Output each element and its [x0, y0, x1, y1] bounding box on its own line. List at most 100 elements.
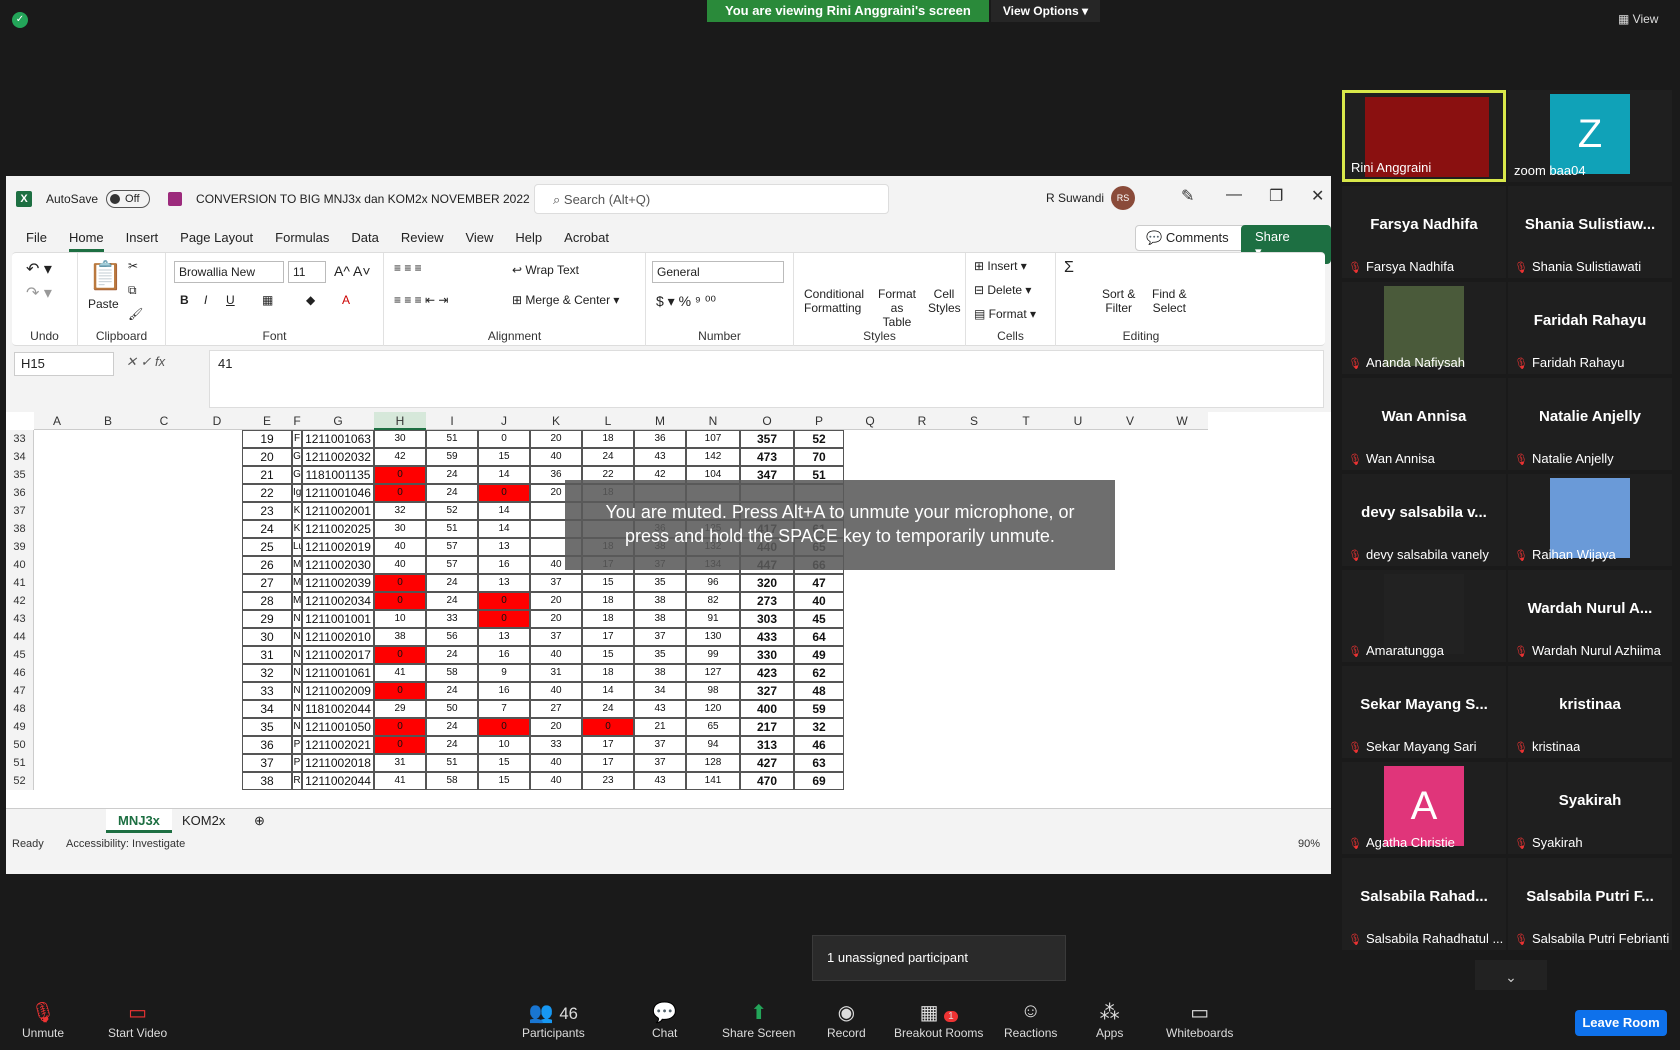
tab-home[interactable]: Home [68, 230, 104, 252]
table-cell[interactable]: 38 [634, 592, 686, 610]
table-cell[interactable]: 24 [426, 484, 478, 502]
table-cell[interactable]: 130 [686, 628, 740, 646]
table-cell[interactable]: 17 [582, 754, 634, 772]
font-size-select[interactable]: 11 [288, 261, 326, 283]
apps-button[interactable]: ⁂ Apps [1096, 1000, 1123, 1040]
table-cell[interactable]: 24 [426, 574, 478, 592]
column-header-g[interactable]: G [302, 412, 374, 430]
table-cell[interactable]: 37 [530, 574, 582, 592]
table-cell[interactable]: 40 [374, 538, 426, 556]
table-cell[interactable]: 1211002001 [302, 502, 374, 520]
table-cell[interactable]: 20 [242, 448, 292, 466]
table-cell[interactable]: 1211002009 [302, 682, 374, 700]
undo-icon[interactable]: ↶ ▾ [26, 259, 52, 279]
table-cell[interactable]: 41 [374, 664, 426, 682]
table-cell[interactable]: 17 [582, 628, 634, 646]
add-sheet-icon[interactable]: ⊕ [242, 809, 277, 833]
table-cell[interactable]: 1181001135 [302, 466, 374, 484]
column-header-t[interactable]: T [1000, 412, 1052, 430]
table-cell[interactable]: 65 [686, 718, 740, 736]
participant-tile[interactable]: 🎙 Ananda Nafiysah [1342, 282, 1506, 374]
font-grow-icon[interactable]: A^ A˅ [334, 263, 371, 279]
table-cell[interactable]: 30 [374, 430, 426, 448]
table-cell[interactable]: 327 [740, 682, 794, 700]
table-cell[interactable]: 56 [426, 628, 478, 646]
table-cell[interactable]: 127 [686, 664, 740, 682]
record-button[interactable]: ◉ Record [827, 1000, 866, 1040]
table-cell[interactable]: 58 [426, 772, 478, 790]
table-cell[interactable]: 38 [374, 628, 426, 646]
table-cell[interactable]: N [292, 628, 302, 646]
table-cell[interactable]: 1211001061 [302, 664, 374, 682]
tab-acrobat[interactable]: Acrobat [564, 230, 609, 245]
table-cell[interactable]: 15 [478, 772, 530, 790]
table-cell[interactable]: 1211002032 [302, 448, 374, 466]
column-header-h[interactable]: H [374, 412, 426, 430]
table-cell[interactable]: 1211002018 [302, 754, 374, 772]
table-cell[interactable]: K [292, 520, 302, 538]
table-cell[interactable]: 24 [242, 520, 292, 538]
table-cell[interactable]: 18 [582, 610, 634, 628]
table-cell[interactable]: 29 [242, 610, 292, 628]
table-cell[interactable]: 37 [530, 628, 582, 646]
align-top-icon[interactable]: ≡ ≡ ≡ [394, 261, 422, 275]
table-cell[interactable]: F [292, 430, 302, 448]
chevron-down-icon[interactable]: ⌄ [1475, 960, 1547, 994]
participant-tile[interactable]: A 🎙 Agatha Christie [1342, 762, 1506, 854]
table-cell[interactable]: 17 [582, 736, 634, 754]
tab-page-layout[interactable]: Page Layout [180, 230, 253, 245]
table-cell[interactable]: 128 [686, 754, 740, 772]
table-cell[interactable]: 45 [794, 610, 844, 628]
table-cell[interactable]: 26 [242, 556, 292, 574]
table-cell[interactable]: 43 [634, 772, 686, 790]
table-cell[interactable]: 320 [740, 574, 794, 592]
row-header[interactable]: 49 [6, 718, 34, 736]
cut-icon[interactable]: ✂ [128, 259, 138, 273]
table-cell[interactable]: 34 [242, 700, 292, 718]
table-cell[interactable]: 35 [634, 646, 686, 664]
column-header-f[interactable]: F [292, 412, 302, 430]
table-cell[interactable]: 36 [242, 736, 292, 754]
row-header[interactable]: 38 [6, 520, 34, 538]
sort-filter-button[interactable]: Sort & Filter [1102, 287, 1135, 315]
table-cell[interactable]: 32 [242, 664, 292, 682]
table-cell[interactable]: 33 [242, 682, 292, 700]
table-cell[interactable]: 16 [478, 682, 530, 700]
participant-tile[interactable]: Farsya Nadhifa 🎙 Farsya Nadhifa [1342, 186, 1506, 278]
table-cell[interactable]: 1211001050 [302, 718, 374, 736]
table-cell[interactable]: 1211002039 [302, 574, 374, 592]
column-header-u[interactable]: U [1052, 412, 1104, 430]
table-cell[interactable]: 24 [426, 718, 478, 736]
table-cell[interactable]: 40 [530, 772, 582, 790]
font-color-icon[interactable]: A [342, 293, 350, 307]
row-header[interactable]: 37 [6, 502, 34, 520]
row-header[interactable]: 46 [6, 664, 34, 682]
table-cell[interactable]: 13 [478, 628, 530, 646]
share-screen-button[interactable]: ⬆ Share Screen [722, 1000, 795, 1040]
table-cell[interactable]: 30 [242, 628, 292, 646]
table-cell[interactable]: 58 [426, 664, 478, 682]
table-cell[interactable]: 15 [478, 448, 530, 466]
table-cell[interactable]: 15 [582, 646, 634, 664]
reactions-button[interactable]: ☺ Reactions [1004, 1000, 1057, 1040]
table-cell[interactable]: R [292, 772, 302, 790]
table-cell[interactable]: 63 [794, 754, 844, 772]
column-header-b[interactable]: B [80, 412, 136, 430]
formula-input[interactable]: 41 [209, 350, 1324, 408]
align-left-icon[interactable]: ≡ ≡ ≡ ⇤ ⇥ [394, 293, 448, 307]
table-cell[interactable]: 35 [634, 574, 686, 592]
table-cell[interactable]: N [292, 664, 302, 682]
table-cell[interactable]: 25 [242, 538, 292, 556]
table-cell[interactable]: 15 [582, 574, 634, 592]
close-icon[interactable]: ✕ [1311, 186, 1324, 206]
table-cell[interactable]: 1211002030 [302, 556, 374, 574]
participant-tile[interactable]: Salsabila Putri F... 🎙 Salsabila Putri Feb… [1508, 858, 1672, 950]
table-cell[interactable]: 0 [374, 484, 426, 502]
start-video-button[interactable]: ▭ Start Video [108, 1000, 167, 1040]
table-cell[interactable]: 0 [374, 592, 426, 610]
participants-button[interactable]: 👥 46 Participants [522, 1000, 585, 1040]
table-cell[interactable]: 1211001001 [302, 610, 374, 628]
table-cell[interactable]: 47 [794, 574, 844, 592]
row-header[interactable]: 44 [6, 628, 34, 646]
participant-tile[interactable]: 🎙 Amaratungga [1342, 570, 1506, 662]
